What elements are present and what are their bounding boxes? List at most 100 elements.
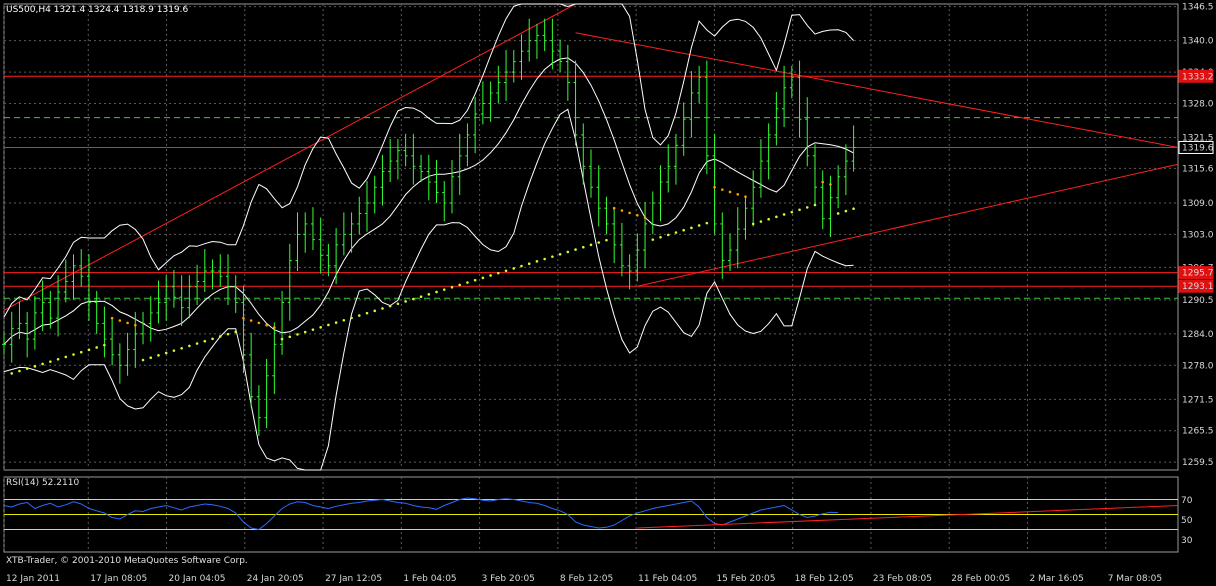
sar-dot-up xyxy=(195,342,199,345)
sar-dot-up xyxy=(813,203,817,207)
sar-dot-up xyxy=(543,257,546,261)
y-tick-label: 1271.5 xyxy=(1182,395,1214,405)
sar-dot-up xyxy=(597,241,601,244)
sar-dot-up xyxy=(551,255,554,258)
sar-dot-up xyxy=(535,260,539,263)
sar-dot-up xyxy=(759,220,763,223)
sar-dot-up xyxy=(180,346,183,350)
sar-dot-up xyxy=(350,316,353,320)
sar-dot-up xyxy=(188,344,191,348)
sar-dot-up xyxy=(412,297,415,301)
sar-dot-up xyxy=(666,233,670,237)
sar-dot-up xyxy=(404,300,407,303)
x-tick-label: 12 Jan 2011 xyxy=(6,574,60,584)
sar-dot-up xyxy=(396,302,400,306)
sar-dot-up xyxy=(87,348,91,352)
sar-dot-up xyxy=(288,335,292,339)
sar-dot-up xyxy=(427,293,431,296)
y-tick-label: 1265.5 xyxy=(1182,427,1214,437)
sar-dot-up xyxy=(790,210,794,214)
sar-dot-down xyxy=(273,326,276,329)
sar-dot-up xyxy=(357,314,361,317)
sar-dot-up xyxy=(95,346,98,349)
sar-dot-up xyxy=(157,354,160,357)
x-tick-label: 20 Jan 04:05 xyxy=(169,574,226,584)
sar-dot-up xyxy=(211,337,214,341)
price-tag-label: 1295.7 xyxy=(1182,269,1214,279)
sar-dot-up xyxy=(651,238,655,241)
sar-dot-up xyxy=(574,248,577,251)
sar-dot-up xyxy=(659,235,662,239)
sar-dot-up xyxy=(558,252,562,256)
y-tick-label: 1309.0 xyxy=(1182,199,1214,209)
sar-dot-up xyxy=(388,304,392,308)
sar-dot-up xyxy=(33,365,37,368)
sar-dot-up xyxy=(767,217,770,221)
sar-dot-up xyxy=(705,221,709,225)
rsi-level-50: 50 xyxy=(1181,516,1193,526)
sar-dot-up xyxy=(72,353,75,356)
sar-dot-up xyxy=(334,321,338,324)
sar-dot-down xyxy=(636,213,639,217)
symbol-info: US500,H4 1321.4 1324.4 1318.9 1319.6 xyxy=(6,5,189,15)
sar-dot-up xyxy=(682,228,685,232)
sar-dot-up xyxy=(381,307,384,310)
sar-dot-up xyxy=(751,222,755,226)
y-tick-label: 1340.0 xyxy=(1182,37,1214,47)
sar-dot-down xyxy=(265,323,268,327)
sar-dot-down xyxy=(829,183,832,186)
x-tick-label: 8 Feb 12:05 xyxy=(560,574,613,584)
y-tick-label: 1290.5 xyxy=(1182,296,1214,306)
x-tick-label: 24 Jan 20:05 xyxy=(247,574,304,584)
x-tick-label: 15 Feb 20:05 xyxy=(716,574,775,584)
sar-dot-up xyxy=(512,267,516,270)
sar-dot-up xyxy=(311,328,315,331)
x-tick-label: 28 Feb 00:05 xyxy=(951,574,1010,584)
sar-dot-up xyxy=(844,209,848,213)
sar-dot-up xyxy=(605,238,608,242)
sar-dot-up xyxy=(473,278,477,282)
y-tick-label: 1328.0 xyxy=(1182,99,1214,109)
rsi-level-30: 30 xyxy=(1181,536,1193,546)
sar-dot-down xyxy=(620,209,624,212)
copyright-text: XTB-Trader, © 2001-2010 MetaQuotes Softw… xyxy=(6,556,248,566)
sar-dot-up xyxy=(18,369,21,373)
sar-dot-up xyxy=(527,262,531,266)
sar-dot-up xyxy=(373,309,377,313)
sar-dot-down xyxy=(728,190,732,194)
x-tick-label: 18 Feb 12:05 xyxy=(795,574,854,584)
sar-dot-up xyxy=(805,206,809,209)
sar-dot-up xyxy=(589,243,593,247)
sar-dot-down xyxy=(744,195,747,198)
sar-dot-up xyxy=(49,360,52,363)
sar-dot-up xyxy=(280,337,284,341)
sar-dot-down xyxy=(257,321,261,325)
sar-dot-up xyxy=(149,356,153,359)
y-tick-label: 1278.0 xyxy=(1182,361,1214,371)
sar-dot-up xyxy=(365,311,369,315)
sar-dot-up xyxy=(489,274,492,277)
x-tick-label: 1 Feb 04:05 xyxy=(403,574,456,584)
sar-dot-up xyxy=(674,231,678,234)
sar-dot-up xyxy=(458,283,461,287)
sar-dot-down xyxy=(721,188,724,191)
sar-dot-up xyxy=(435,290,438,294)
sar-dot-down xyxy=(242,316,245,320)
sar-dot-up xyxy=(581,245,585,249)
sar-dot-up xyxy=(203,339,207,343)
sar-dot-down xyxy=(126,321,129,325)
chart-stage: 1346.51340.01334.01328.01321.51315.61309… xyxy=(0,0,1216,586)
price-tag-label: 1293.1 xyxy=(1182,282,1214,292)
x-tick-label: 2 Mar 16:05 xyxy=(1029,574,1083,584)
sar-dot-up xyxy=(450,285,454,289)
sar-dot-up xyxy=(79,350,83,354)
rsi-level-70: 70 xyxy=(1181,496,1193,506)
sar-dot-down xyxy=(110,316,114,320)
x-tick-label: 23 Feb 08:05 xyxy=(873,574,932,584)
sar-dot-up xyxy=(852,207,855,211)
y-tick-label: 1259.5 xyxy=(1182,458,1214,468)
x-tick-label: 17 Jan 08:05 xyxy=(90,574,147,584)
sar-dot-down xyxy=(628,211,631,215)
sar-dot-up xyxy=(775,215,778,219)
sar-dot-up xyxy=(226,332,230,336)
